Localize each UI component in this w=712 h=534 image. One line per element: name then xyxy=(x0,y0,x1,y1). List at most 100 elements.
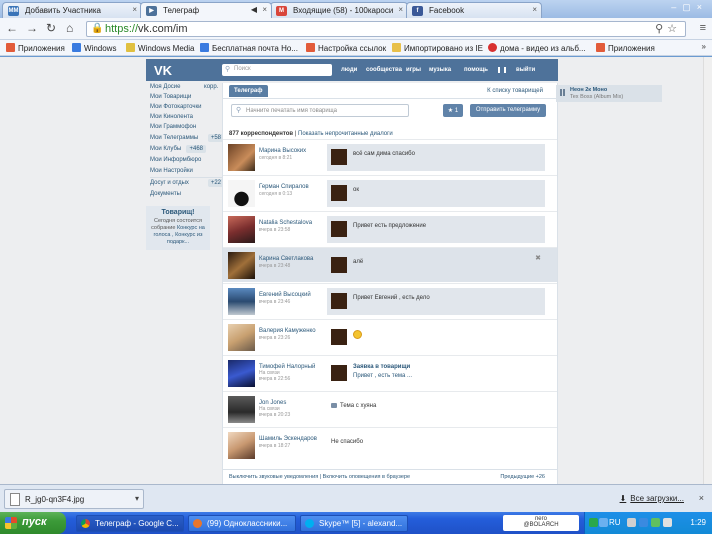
dialog-name[interactable]: Шамиль Эскендаров xyxy=(259,436,317,442)
home-icon[interactable]: ⌂ xyxy=(66,21,73,35)
dialog-row[interactable]: Natalia Schestalova вчера в 23:58 Привет… xyxy=(223,211,557,246)
message-preview[interactable]: Заявка в товарищи Привет , есть тема ... xyxy=(327,360,545,387)
dialog-row[interactable]: Карина Светлакова вчера в 23:48 алё ✖ xyxy=(223,247,557,282)
dialog-row[interactable]: Тимофей Налорный На связи вчера в 22:56 … xyxy=(223,355,557,390)
close-tab-icon[interactable]: × xyxy=(532,5,537,14)
taskbar-item-skype[interactable]: Skype™ [5] - alexand... xyxy=(300,515,408,532)
message-preview[interactable]: всё сам дима спасибо xyxy=(327,144,545,171)
bookmark-link-settings[interactable]: Настройка ссылок xyxy=(306,43,386,53)
avatar[interactable] xyxy=(228,396,255,423)
taskbar-item-chrome[interactable]: Телеграф - Google C... xyxy=(76,515,184,532)
back-to-friends-link[interactable]: К списку товарищей xyxy=(487,88,543,94)
avatar[interactable] xyxy=(228,324,255,351)
nav-help[interactable]: помощь xyxy=(464,67,488,73)
show-unread-link[interactable]: Показать непрочитанные диалоги xyxy=(298,131,393,137)
tab-telegraph-messages[interactable]: Телеграф xyxy=(229,85,268,97)
nav-people[interactable]: люди xyxy=(341,67,357,73)
promo-box[interactable]: Товарищ! Сегодня состоится собрание Конк… xyxy=(146,206,210,250)
message-preview[interactable]: алё ✖ xyxy=(327,252,545,279)
download-item[interactable]: R_jg0-qn3F4.jpg ▾ xyxy=(4,489,144,509)
start-button[interactable]: пуск xyxy=(0,512,66,534)
groups-count-badge[interactable]: +468 xyxy=(186,145,206,153)
message-preview[interactable]: Привет Евгений , есть дело xyxy=(327,288,545,315)
message-preview[interactable]: Привет есть предложение xyxy=(327,216,545,243)
dialog-name[interactable]: Валерия Камуженко xyxy=(259,328,316,334)
omnibox-tools[interactable]: ⚲☆ xyxy=(655,22,681,35)
tab-facebook[interactable]: f Facebook × xyxy=(406,2,542,18)
menu-news[interactable]: Мои Информбюро xyxy=(150,157,201,163)
avatar[interactable] xyxy=(228,432,255,459)
recipient-search-input[interactable]: ⚲ Начните печатать имя товарища xyxy=(231,104,409,117)
menu-videos[interactable]: Мои Кинолента xyxy=(150,114,193,120)
tab-inbox[interactable]: M Входящие (58) - 100кароси × xyxy=(270,2,408,18)
security-tray-icon[interactable] xyxy=(651,518,660,527)
nav-logout[interactable]: выйти xyxy=(516,67,535,73)
menu-messages[interactable]: Мои Телеграммы xyxy=(150,135,198,141)
menu-leisure[interactable]: Досуг и отдых xyxy=(150,180,189,186)
close-tab-icon[interactable]: × xyxy=(132,5,137,14)
send-telegram-button[interactable]: Отправить телеграмму xyxy=(470,104,546,117)
tab-add-member[interactable]: ММ Добавить Участника × xyxy=(2,2,142,18)
avatar[interactable] xyxy=(228,216,255,243)
delete-dialog-icon[interactable]: ✖ xyxy=(535,254,541,262)
avatar[interactable] xyxy=(228,180,255,207)
pause-icon[interactable] xyxy=(498,67,506,73)
bookmark-apps[interactable]: Приложения xyxy=(6,43,65,53)
previous-dialogs-link[interactable]: Предыдущие +26 xyxy=(500,474,545,480)
avatar[interactable] xyxy=(228,360,255,387)
nav-communities[interactable]: сообщества xyxy=(366,67,402,73)
dialog-name[interactable]: Евгений Высоцкий xyxy=(259,292,311,298)
menu-groups[interactable]: Мои Клубы xyxy=(150,146,181,152)
menu-edit-link[interactable]: корр. xyxy=(204,84,218,90)
language-box[interactable]: пего @BOLAЯСН xyxy=(503,515,579,531)
dialog-name[interactable]: Natalia Schestalova xyxy=(259,220,312,226)
bookmark-apps-2[interactable]: Приложения xyxy=(596,43,655,53)
vk-logo[interactable]: VK xyxy=(154,63,172,78)
menu-documents[interactable]: Документы xyxy=(150,191,181,197)
close-tab-icon[interactable]: × xyxy=(398,5,403,14)
dialog-row[interactable]: Jon Jones На связи вчера в 20:23 Тема с … xyxy=(223,391,557,426)
audio-player-widget[interactable]: Неон 2к Моно Tex Boss (Album Mix) xyxy=(556,85,662,102)
dialog-name[interactable]: Герман Спиралов xyxy=(259,184,309,190)
nav-music[interactable]: музыка xyxy=(429,67,451,73)
reload-icon[interactable]: ↻ xyxy=(46,21,56,35)
menu-settings[interactable]: Мои Настройки xyxy=(150,168,193,174)
menu-my-profile[interactable]: Моя Досие xyxy=(150,84,180,90)
network-tray-icon[interactable] xyxy=(599,518,608,527)
taskbar-item-firefox[interactable]: (99) Одноклассники... xyxy=(188,515,296,532)
pause-icon[interactable] xyxy=(560,89,565,96)
menu-audio[interactable]: Мои Граммофон xyxy=(150,124,196,130)
bookmarks-more[interactable]: » xyxy=(702,42,706,51)
speaker-tray-icon[interactable] xyxy=(663,518,672,527)
bookmark-windows-media[interactable]: Windows Media xyxy=(126,43,194,53)
chrome-menu-icon[interactable]: ≡ xyxy=(700,22,706,34)
dialog-row[interactable]: Шамиль Эскендаров вчера в 18:27 Не спаси… xyxy=(223,427,557,462)
avatar[interactable] xyxy=(228,252,255,279)
avatar[interactable] xyxy=(228,144,255,171)
chevron-down-icon[interactable]: ▾ xyxy=(135,494,139,503)
avatar[interactable] xyxy=(228,288,255,315)
important-filter-button[interactable]: ★ 1 xyxy=(443,104,463,117)
bookmark-home-video[interactable]: дома - видео из альб... xyxy=(488,43,586,53)
browser-notifications-link[interactable]: Включить оповещения в браузере xyxy=(323,474,410,480)
message-preview[interactable]: Тема с хуяна xyxy=(327,396,545,423)
menu-friends[interactable]: Мои Товарищи xyxy=(150,94,191,100)
bookmark-windows[interactable]: Windows xyxy=(72,43,116,53)
nav-games[interactable]: игры xyxy=(406,67,421,73)
message-preview[interactable]: ок xyxy=(327,180,545,207)
close-tab-icon[interactable]: × xyxy=(262,5,267,14)
address-bar[interactable]: 🔒 https://vk.com/im ⚲☆ xyxy=(86,21,686,37)
menu-photos[interactable]: Мои Фотокарточки xyxy=(150,104,202,110)
toggle-sounds-link[interactable]: Выключить звуковые уведомления xyxy=(229,474,318,480)
message-preview[interactable]: Не спасибо xyxy=(327,432,545,459)
tab-telegraph[interactable]: ▶ Телеграф ◀ × xyxy=(140,2,272,18)
message-preview[interactable] xyxy=(327,324,545,351)
page-scrollbar[interactable] xyxy=(703,57,712,484)
volume-tray-icon[interactable] xyxy=(627,518,636,527)
vk-search-input[interactable]: ⚲ Поиск xyxy=(222,64,332,76)
clock[interactable]: 1:29 xyxy=(690,518,706,527)
all-downloads-link[interactable]: ⬇ Все загрузки... xyxy=(620,494,684,503)
window-controls[interactable]: –▢× xyxy=(671,2,708,13)
close-icon[interactable]: × xyxy=(699,493,704,503)
keyboard-layout[interactable]: RU xyxy=(609,518,621,527)
